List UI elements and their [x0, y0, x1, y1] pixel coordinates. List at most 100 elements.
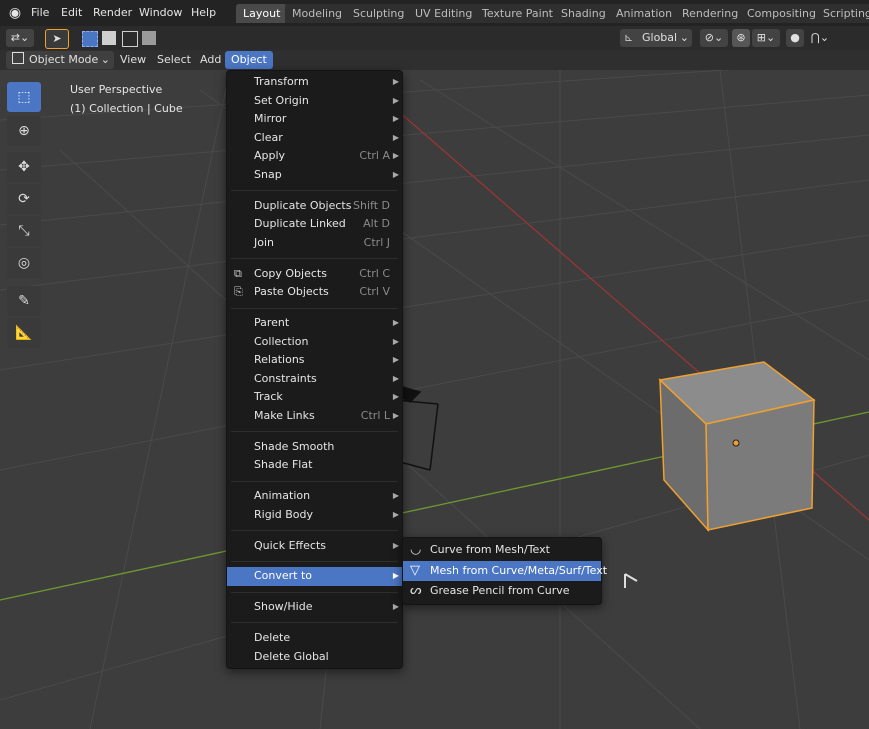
menu-item-duplicate-objects[interactable]: Duplicate Objects Shift D	[227, 197, 402, 216]
menu-add[interactable]: Add	[194, 51, 227, 69]
menu-item-label: Quick Effects	[254, 538, 326, 552]
submenu-arrow-icon: ▶	[392, 571, 399, 581]
menu-item-label: Make Links	[254, 409, 315, 423]
orientation-value: Global	[642, 31, 678, 44]
submenu-arrow-icon: ▶	[392, 509, 399, 519]
invert-selection-icon[interactable]	[142, 31, 156, 45]
menu-item-quick-effects[interactable]: Quick Effects ▶	[227, 537, 402, 556]
tab-rendering[interactable]: Rendering	[675, 4, 746, 23]
menu-item-relations[interactable]: Relations ▶	[227, 351, 402, 370]
tab-scripting[interactable]: Scripting	[816, 4, 869, 23]
menu-item-collection[interactable]: Collection ▶	[227, 333, 402, 352]
menu-group: Shade Smooth Shade Flat	[227, 436, 402, 477]
tab-texture-paint[interactable]: Texture Paint	[475, 4, 560, 23]
submenu-item-mesh-from-curve-meta-surf-text[interactable]: ▽ Mesh from Curve/Meta/Surf/Text	[403, 560, 607, 581]
menu-group: Duplicate Objects Shift D Duplicate Linked…	[227, 195, 402, 255]
menu-item-animation[interactable]: Animation ▶	[227, 487, 402, 506]
transform-pivot-dropdown[interactable]: ⇄⌄	[6, 29, 34, 47]
menu-help[interactable]: Help	[191, 5, 216, 21]
submenu-item-curve-from-mesh-text[interactable]: ◡ Curve from Mesh/Text	[403, 540, 601, 561]
menu-item-clear[interactable]: Clear ▶	[227, 129, 402, 148]
submenu-arrow-icon: ▶	[392, 151, 399, 161]
menu-item-shortcut: Ctrl C	[359, 266, 390, 280]
menu-item-snap[interactable]: Snap ▶	[227, 166, 402, 185]
menu-item-label: Apply	[254, 149, 286, 163]
menu-item-label: Shade Flat	[254, 458, 313, 472]
viewport-header: Object Mode ⌄ View Select Add Object	[0, 50, 869, 70]
menu-item-constraints[interactable]: Constraints ▶	[227, 370, 402, 389]
menu-view[interactable]: View	[114, 51, 152, 69]
tab-uv-editing[interactable]: UV Editing	[408, 4, 480, 23]
curve-icon: ◡	[410, 542, 422, 557]
menu-group: Animation ▶ Rigid Body ▶	[227, 485, 402, 526]
move-tool-icon[interactable]: ✥	[7, 152, 41, 182]
menu-window[interactable]: Window	[139, 5, 182, 21]
menu-item-shade-smooth[interactable]: Shade Smooth	[227, 438, 402, 457]
menu-item-track[interactable]: Track ▶	[227, 388, 402, 407]
menu-item-mirror[interactable]: Mirror ▶	[227, 110, 402, 129]
menu-item-show-hide[interactable]: Show/Hide ▶	[227, 598, 402, 617]
menu-item-shade-flat[interactable]: Shade Flat	[227, 456, 402, 475]
menu-group: Quick Effects ▶	[227, 535, 402, 558]
menu-item-label: Paste Objects	[254, 285, 329, 299]
menu-edit[interactable]: Edit	[61, 5, 82, 21]
pivot-point-dropdown[interactable]: ⊘⌄	[700, 29, 728, 47]
set-selection-icon[interactable]	[82, 31, 98, 47]
falloff-dropdown[interactable]: ⋂⌄	[806, 29, 834, 47]
menu-separator	[231, 431, 398, 433]
select-box-tool-icon[interactable]: ⬚	[7, 82, 41, 112]
measure-tool-icon[interactable]: 📐	[7, 318, 41, 348]
tab-modeling[interactable]: Modeling	[285, 4, 350, 23]
select-tool-icon[interactable]: ➤	[45, 29, 69, 49]
annotate-tool-icon[interactable]: ✎	[7, 286, 41, 316]
cube-object[interactable]	[658, 361, 816, 533]
subtract-selection-icon[interactable]	[122, 31, 138, 47]
submenu-item-grease-pencil-from-curve[interactable]: ᔕ Grease Pencil from Curve	[403, 581, 601, 602]
scale-tool-icon[interactable]: ⤡	[7, 216, 41, 246]
tab-compositing[interactable]: Compositing	[740, 4, 823, 23]
snap-toggle-icon[interactable]: ⊛	[732, 29, 750, 47]
menu-separator	[231, 591, 398, 593]
cursor-tool-icon[interactable]: ⊕	[7, 116, 41, 146]
menu-item-label: Mirror	[254, 112, 287, 126]
menu-item-convert-to[interactable]: Convert to ▶	[227, 567, 402, 586]
viewport-info: User Perspective (1) Collection | Cube	[70, 80, 183, 118]
tab-animation[interactable]: Animation	[609, 4, 680, 23]
object-mode-dropdown[interactable]: Object Mode ⌄	[6, 51, 114, 69]
menu-item-rigid-body[interactable]: Rigid Body ▶	[227, 506, 402, 525]
submenu-arrow-icon: ▶	[392, 114, 399, 124]
menu-item-transform[interactable]: Transform ▶	[227, 73, 402, 92]
menu-item-label: Duplicate Objects	[254, 198, 352, 212]
menu-item-duplicate-linked[interactable]: Duplicate Linked Alt D	[227, 215, 402, 234]
menu-item-apply[interactable]: Apply Ctrl A ▶	[227, 147, 402, 166]
menu-object[interactable]: Object	[225, 51, 273, 69]
menu-item-delete[interactable]: Delete	[227, 629, 402, 648]
menu-item-parent[interactable]: Parent ▶	[227, 314, 402, 333]
menu-item-shortcut: Alt D	[363, 217, 390, 231]
snap-target-dropdown[interactable]: ⊞⌄	[752, 29, 780, 47]
menu-item-make-links[interactable]: Make Links Ctrl L ▶	[227, 407, 402, 426]
menu-item-delete-global[interactable]: Delete Global	[227, 648, 402, 667]
menu-item-copy-objects[interactable]: ⧉ Copy Objects Ctrl C	[227, 265, 402, 284]
menu-item-join[interactable]: Join Ctrl J	[227, 234, 402, 253]
tool-header: ⇄⌄ ➤ ⊾ Global ⌄ ⊘⌄ ⊛ ⊞⌄ ● ⋂⌄	[0, 26, 869, 50]
blender-logo-icon[interactable]: ◉	[6, 4, 24, 22]
rotate-tool-icon[interactable]: ⟳	[7, 184, 41, 214]
menu-item-label: Transform	[254, 75, 309, 88]
menu-separator	[231, 307, 398, 309]
object-mode-icon	[12, 52, 24, 64]
proportional-editing-icon[interactable]: ●	[786, 29, 804, 47]
menu-item-label: Convert to	[254, 569, 313, 583]
menu-file[interactable]: File	[31, 5, 49, 21]
tab-sculpting[interactable]: Sculpting	[346, 4, 412, 23]
menu-item-paste-objects[interactable]: ⎘ Paste Objects Ctrl V	[227, 283, 402, 302]
menu-select[interactable]: Select	[151, 51, 197, 69]
transform-tool-icon[interactable]: ◎	[7, 248, 41, 278]
menu-separator	[231, 530, 398, 531]
tab-layout[interactable]: Layout	[236, 4, 288, 23]
orientation-dropdown[interactable]: ⊾ Global ⌄	[620, 29, 692, 47]
menu-render[interactable]: Render	[93, 5, 132, 21]
tab-shading[interactable]: Shading	[554, 4, 613, 23]
extend-selection-icon[interactable]	[102, 31, 116, 45]
menu-item-set-origin[interactable]: Set Origin ▶	[227, 92, 402, 111]
